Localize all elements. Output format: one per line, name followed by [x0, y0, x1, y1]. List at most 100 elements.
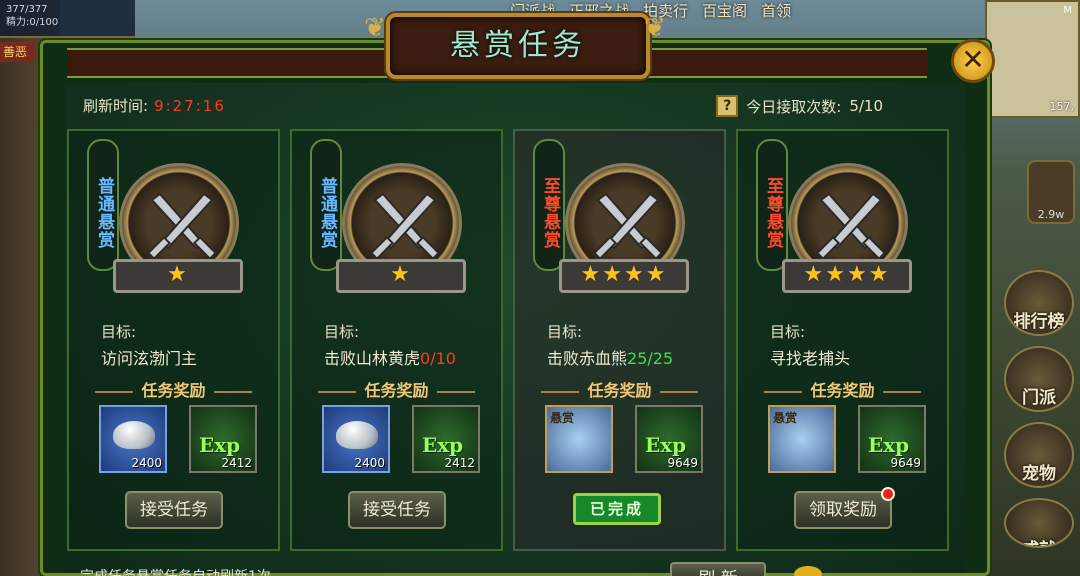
reward-title: 任务奖励 [515, 377, 724, 401]
claim-reward-label: 领取奖励 [809, 500, 877, 520]
exp-icon: Exp [868, 433, 910, 457]
help-icon[interactable]: ? [716, 95, 739, 117]
energy-text: 精力:0/100 [6, 17, 59, 28]
silver-reward[interactable]: 2400 [99, 405, 167, 473]
hp-text: 377/377 [6, 4, 48, 15]
reward-items: 悬赏 Exp 9649 [768, 405, 926, 473]
title-plate: ❦ 悬赏任务 ❦ [364, 13, 666, 79]
close-button[interactable]: ✕ [951, 39, 995, 83]
ornament-icon: ❦ [364, 13, 386, 43]
side-slot[interactable]: 2.9w [1027, 160, 1075, 224]
minimap-m-label: M [1063, 5, 1072, 16]
bounty-card: 普通悬赏 ★ 目标: 击败山林黄虎0/10 任务奖励 2400 Exp 2412 … [290, 129, 503, 551]
reward-title: 任务奖励 [292, 377, 501, 401]
exp-reward[interactable]: Exp 9649 [858, 405, 926, 473]
reward-qty: 2412 [221, 456, 252, 470]
ornament-icon: ❦ [644, 13, 666, 43]
refresh-button[interactable]: 刷 新 [670, 562, 766, 576]
target-text: 击败山林黄虎0/10 [324, 345, 456, 369]
rank-ribbon: 普通悬赏 [87, 139, 119, 271]
target-text: 击败赤血熊25/25 [547, 345, 673, 369]
claim-reward-button[interactable]: 领取奖励 [794, 487, 895, 529]
pet-label: 宠物 [1022, 464, 1056, 484]
footer-hint: 完成任务悬赏任务自动刷新1次 [80, 566, 271, 576]
star-rating: ★★★★ [782, 259, 912, 293]
rank-ribbon: 至尊悬赏 [756, 139, 788, 271]
target-name: 访问泫渤门主 [101, 349, 198, 368]
achievement-label: 成就 [1022, 540, 1056, 546]
exp-reward[interactable]: Exp 2412 [412, 405, 480, 473]
notification-dot [881, 487, 895, 501]
bounty-cards: 普通悬赏 ★ 目标: 访问泫渤门主 任务奖励 2400 Exp 2412 接受任务… [67, 129, 949, 551]
reward-title: 任务奖励 [738, 377, 947, 401]
target-text: 访问泫渤门主 [101, 345, 197, 369]
reward-qty: 9649 [890, 456, 921, 470]
task-progress: 0/10 [420, 349, 456, 368]
target-label: 目标: [770, 323, 806, 341]
exp-icon: Exp [199, 433, 241, 457]
leaderboard-button[interactable]: 排行榜 [1004, 270, 1074, 336]
exp-icon: Exp [422, 433, 464, 457]
target-label: 目标: [101, 323, 137, 341]
exp-reward[interactable]: Exp 2412 [189, 405, 257, 473]
top-menu-item[interactable]: 首领 [761, 0, 791, 21]
rank-ribbon: 至尊悬赏 [533, 139, 565, 271]
achievement-button[interactable]: 成就 [1004, 498, 1074, 548]
star-rating: ★ [336, 259, 466, 293]
reward-items: 2400 Exp 2412 [99, 405, 257, 473]
bounty-card: 普通悬赏 ★ 目标: 访问泫渤门主 任务奖励 2400 Exp 2412 接受任务 [67, 129, 280, 551]
bounty-chest-reward[interactable]: 悬赏 [768, 405, 836, 473]
exp-reward[interactable]: Exp 9649 [635, 405, 703, 473]
silver-reward[interactable]: 2400 [322, 405, 390, 473]
close-icon: ✕ [961, 43, 985, 76]
completed-badge: 已完成 [573, 493, 661, 525]
player-hud: 377/377 精力:0/100 [0, 0, 135, 38]
silver-ingot-icon [113, 421, 155, 449]
target-name: 击败赤血熊 [547, 349, 628, 368]
minimap-coord: 157, [1049, 100, 1075, 113]
bounty-card: 至尊悬赏 ★★★★ 目标: 寻找老捕头 任务奖励 悬赏 Exp 9649 领取奖励 [736, 129, 949, 551]
reward-items: 2400 Exp 2412 [322, 405, 480, 473]
reward-title: 任务奖励 [69, 377, 278, 401]
daily-count: 5/10 [849, 97, 883, 115]
top-menu-item[interactable]: 百宝阁 [702, 0, 747, 21]
chest-label: 悬赏 [773, 411, 798, 425]
refresh-label: 刷新时间: [83, 97, 149, 115]
reward-qty: 2400 [131, 456, 162, 470]
reward-qty: 2400 [354, 456, 385, 470]
accept-task-button[interactable]: 接受任务 [125, 491, 223, 529]
star-rating: ★ [113, 259, 243, 293]
star-rating: ★★★★ [559, 259, 689, 293]
target-text: 寻找老捕头 [770, 345, 850, 369]
sect-button[interactable]: 门派 [1004, 346, 1074, 412]
bounty-card: 至尊悬赏 ★★★★ 目标: 击败赤血熊25/25 任务奖励 悬赏 Exp 9649… [513, 129, 726, 551]
accept-task-button[interactable]: 接受任务 [348, 491, 446, 529]
daily-label: 今日接取次数: [746, 97, 842, 116]
pet-button[interactable]: 宠物 [1004, 422, 1074, 488]
rank-ribbon: 普通悬赏 [310, 139, 342, 271]
bounty-chest-reward[interactable]: 悬赏 [545, 405, 613, 473]
target-name: 寻找老捕头 [770, 349, 851, 368]
refresh-time: 9:27:16 [154, 97, 226, 115]
target-label: 目标: [547, 323, 583, 341]
bounty-dialog: ❦ 悬赏任务 ❦ ✕ 刷新时间: 9:27:16 ? 今日接取次数: 5/10 普… [40, 13, 995, 576]
reward-qty: 9649 [667, 456, 698, 470]
side-small-slots: 2.9w [1027, 160, 1075, 224]
silver-ingot-icon [336, 421, 378, 449]
dialog-title: 悬赏任务 [450, 28, 586, 63]
reward-items: 悬赏 Exp 9649 [545, 405, 703, 473]
side-menu: 排行榜 门派 宠物 成就 [1004, 270, 1074, 548]
leaderboard-label: 排行榜 [1013, 312, 1065, 332]
reward-qty: 2412 [444, 456, 475, 470]
gold-coin-icon [794, 566, 822, 576]
target-label: 目标: [324, 323, 360, 341]
refresh-info: 刷新时间: 9:27:16 [83, 95, 226, 116]
minimap[interactable]: M 157, [985, 0, 1080, 118]
karma-tag[interactable]: 善恶 [0, 42, 36, 62]
chest-label: 悬赏 [550, 411, 575, 425]
daily-info: ? 今日接取次数: 5/10 [716, 95, 883, 117]
task-progress: 25/25 [627, 349, 674, 368]
target-name: 击败山林黄虎 [324, 349, 421, 368]
exp-icon: Exp [645, 433, 687, 457]
sect-label: 门派 [1022, 388, 1056, 408]
